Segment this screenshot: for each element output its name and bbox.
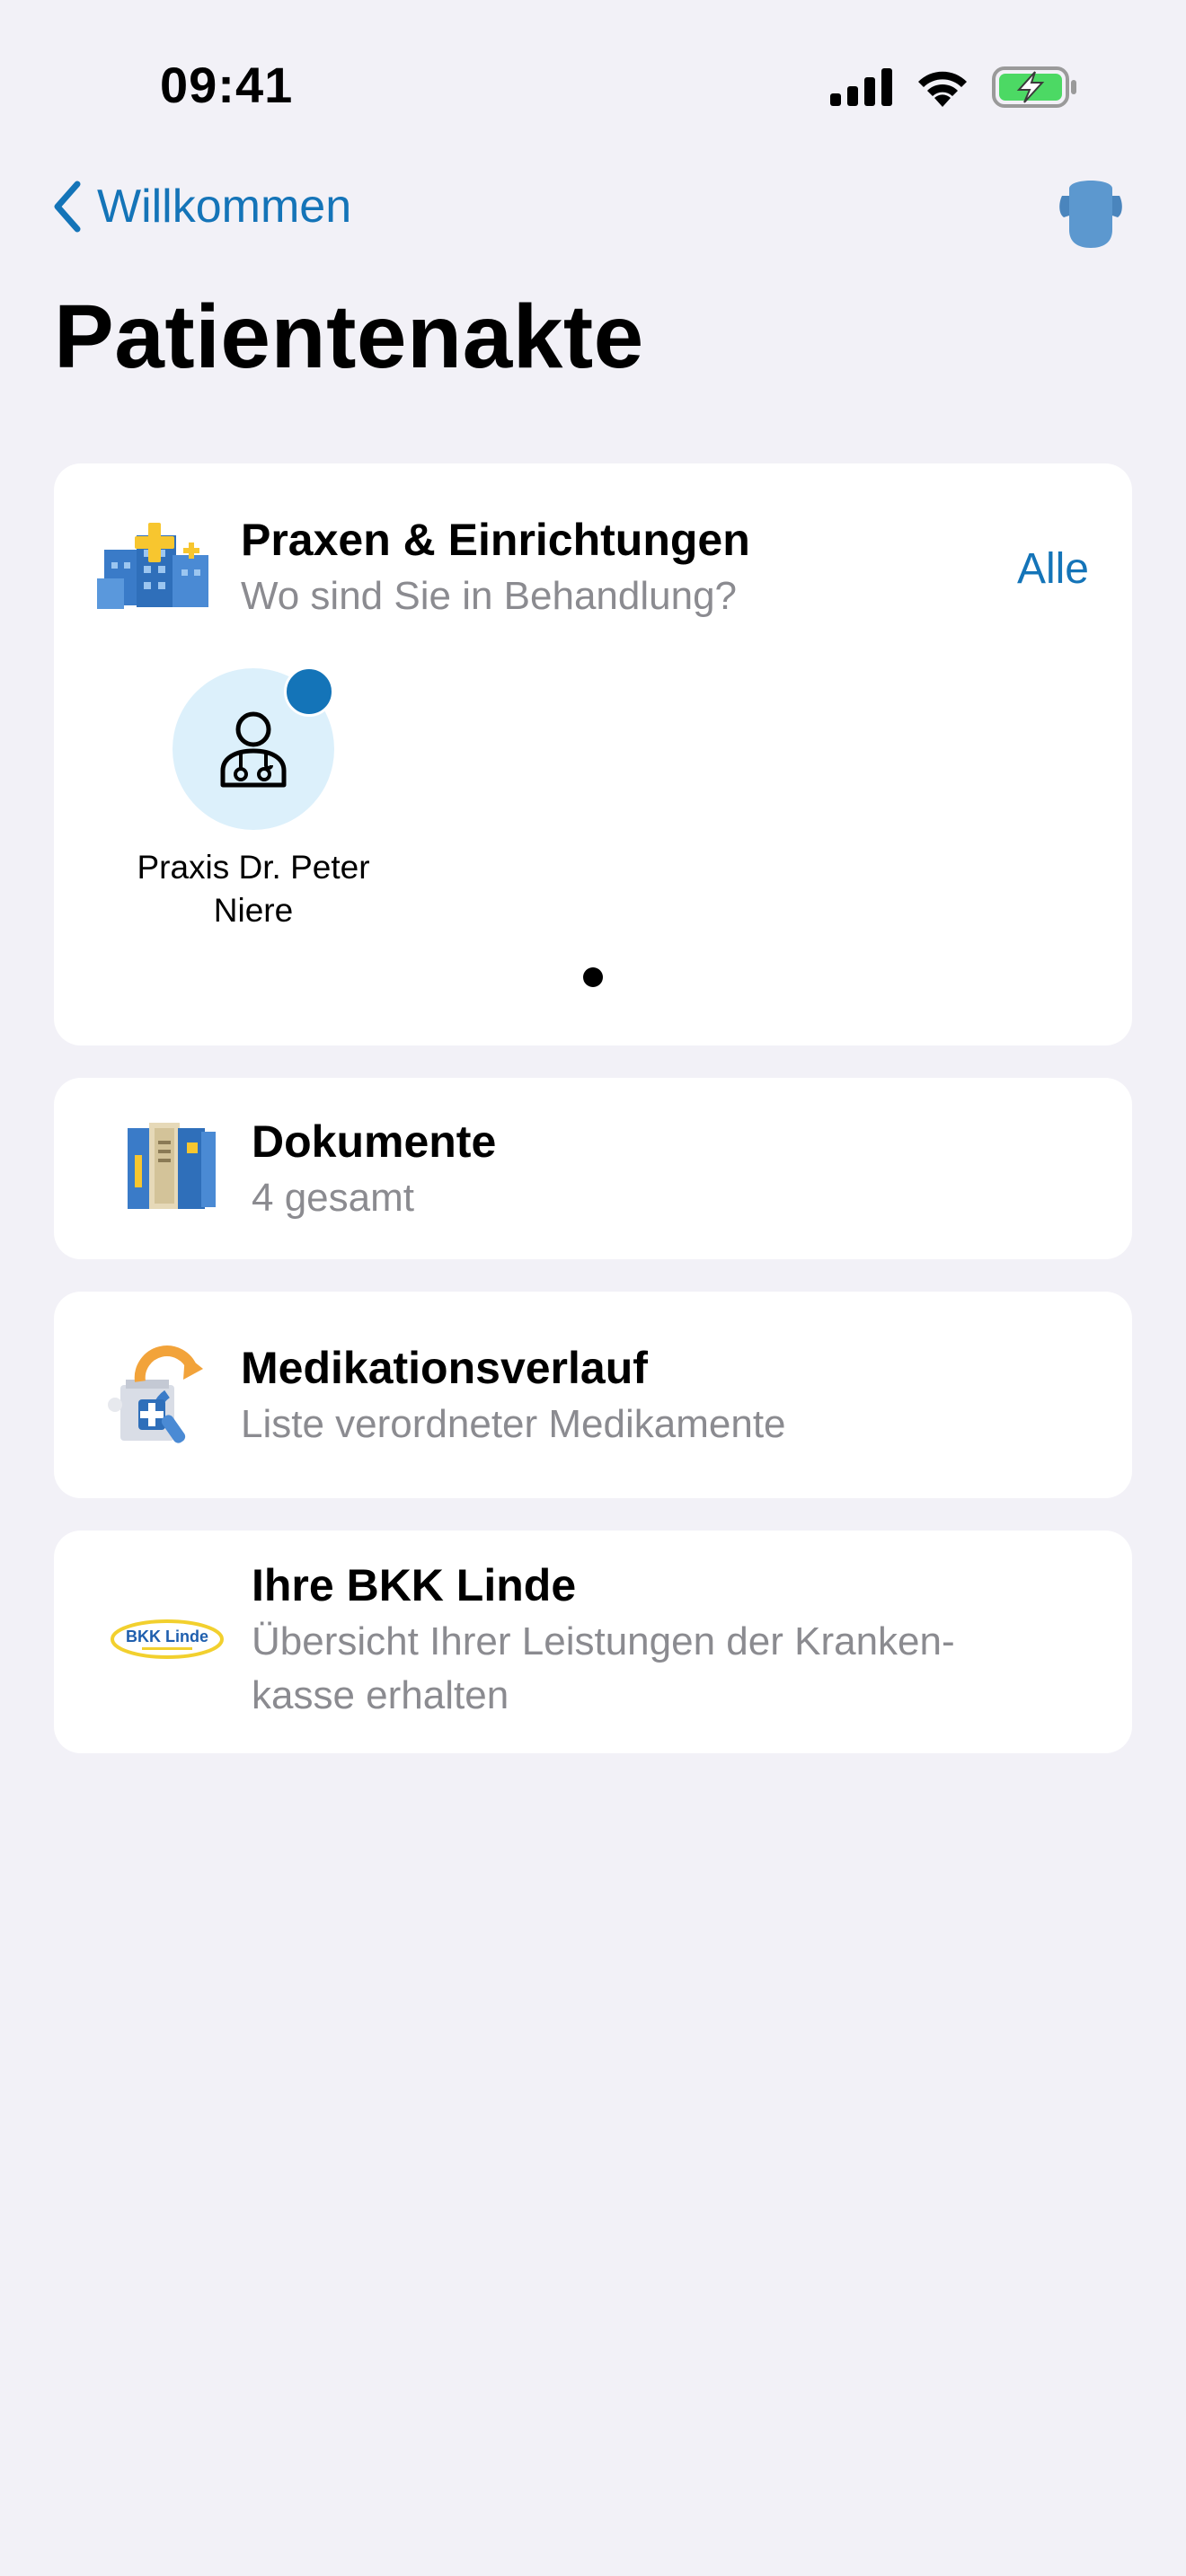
documents-count: 4 gesamt: [252, 1176, 414, 1220]
practice-name: Praxis Dr. Peter Niere: [137, 849, 370, 929]
battery-charging-icon: [992, 66, 1076, 108]
wifi-icon: [918, 71, 967, 107]
page-indicator-dot[interactable]: [583, 967, 603, 987]
new-badge: [284, 666, 334, 717]
back-button[interactable]: Willkommen: [54, 180, 351, 234]
insurance-subtitle: Übersicht Ihrer Leistungen der Kranken- …: [252, 1619, 955, 1717]
documents-card[interactable]: Dokumente 4 gesamt: [54, 1078, 1132, 1259]
facility-item[interactable]: Praxis Dr. Peter Niere: [119, 666, 388, 938]
medication-subtitle: Liste verordneter Medikamente: [241, 1402, 786, 1446]
hospital-buildings-icon: [97, 523, 208, 609]
facilities-subtitle: Wo sind Sie in Behandlung?: [241, 574, 738, 618]
status-icons: [830, 65, 1078, 110]
insurance-card[interactable]: BKK Linde Ihre BKK Linde Übersicht Ihrer…: [54, 1531, 1132, 1753]
svg-text:BKK Linde: BKK Linde: [126, 1628, 208, 1645]
chevron-left-icon: [54, 181, 81, 233]
page-title: Patientenakte: [54, 287, 644, 387]
documents-folder-icon: [128, 1123, 216, 1209]
medication-card[interactable]: Medikationsverlauf Liste verordneter Med…: [54, 1292, 1132, 1498]
profile-avatar-icon[interactable]: [1057, 176, 1125, 248]
medication-history-icon: [108, 1345, 203, 1443]
facilities-card: Praxen & Einrichtungen Wo sind Sie in Be…: [54, 463, 1132, 1045]
medication-title: Medikationsverlauf: [241, 1343, 648, 1393]
documents-title: Dokumente: [252, 1116, 497, 1167]
all-facilities-link[interactable]: Alle: [1017, 544, 1089, 594]
status-time: 09:41: [160, 57, 294, 113]
bkk-linde-logo: BKK Linde: [111, 1619, 224, 1659]
insurance-title: Ihre BKK Linde: [252, 1560, 577, 1610]
cellular-signal-icon: [830, 68, 892, 106]
back-button-label: Willkommen: [97, 181, 352, 233]
doctor-icon: [220, 711, 287, 788]
facilities-title: Praxen & Einrichtungen: [241, 515, 750, 565]
